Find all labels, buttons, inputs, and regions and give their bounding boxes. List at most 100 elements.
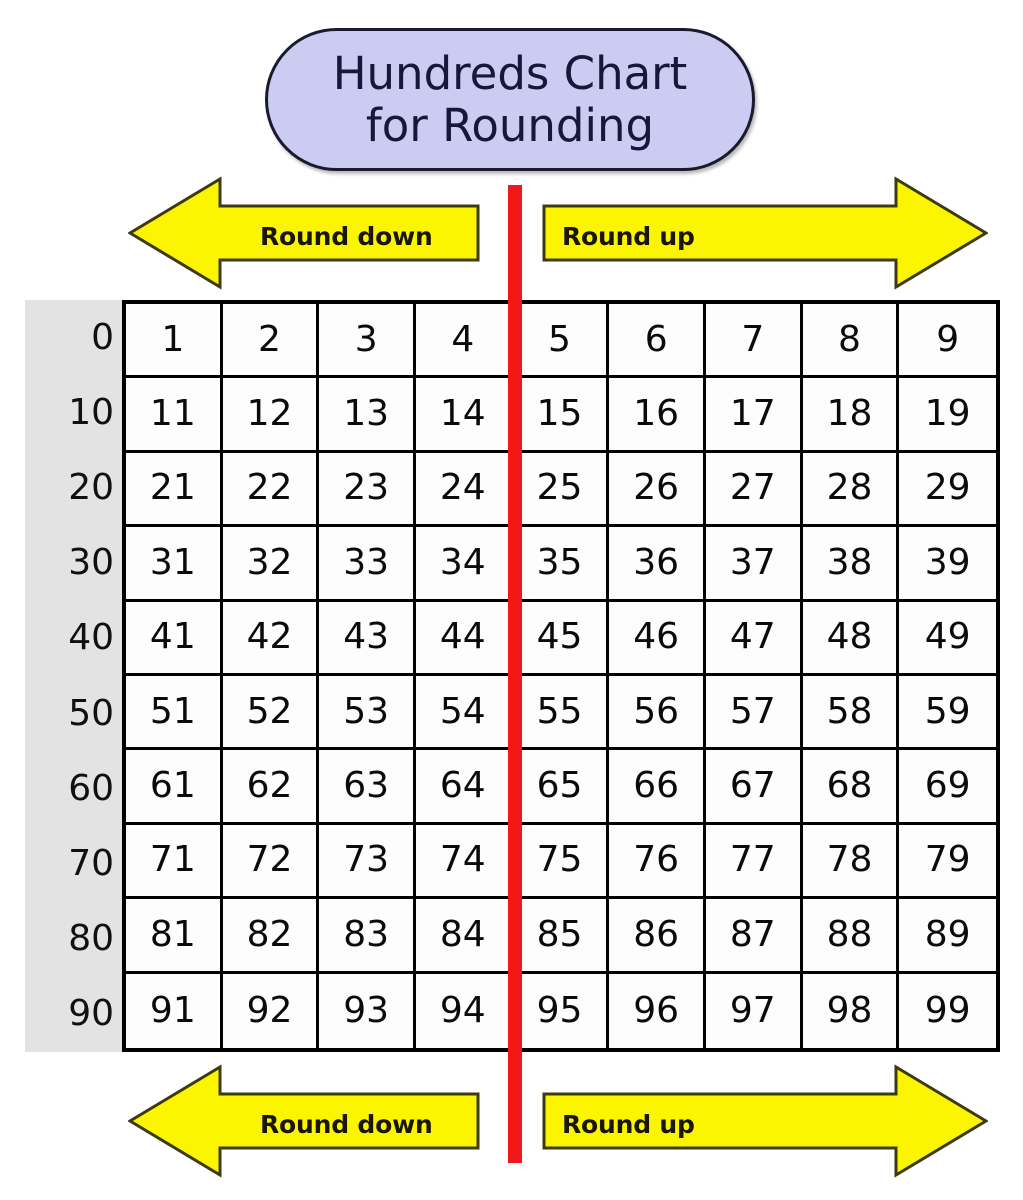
number-cell: 22	[222, 452, 320, 528]
number-cell: 9	[899, 304, 996, 379]
number-cell: 91	[126, 973, 223, 1048]
number-cell: 46	[609, 601, 706, 676]
number-cell: 43	[319, 601, 416, 676]
number-cell: 79	[899, 824, 996, 900]
number-cell: 15	[512, 378, 610, 453]
page-title-line-1: Hundreds Chart	[332, 46, 688, 100]
number-cell: 72	[222, 824, 320, 900]
number-cell: 63	[319, 750, 416, 825]
number-cell: 85	[512, 899, 610, 974]
number-cell: 21	[126, 452, 223, 528]
hundreds-chart-page: Hundreds Chart for Rounding Round down R…	[0, 0, 1023, 1200]
number-cell: 41	[126, 601, 223, 676]
number-cell: 1	[126, 304, 223, 379]
number-cell: 44	[415, 601, 513, 676]
number-cell: 76	[609, 824, 706, 900]
number-cell: 38	[802, 527, 900, 602]
number-cell: 84	[415, 899, 513, 974]
number-cell: 58	[802, 676, 900, 751]
decade-cell: 10	[68, 391, 114, 433]
chart-title-pill: Hundreds Chart for Rounding	[265, 28, 755, 171]
number-cell: 93	[319, 973, 416, 1048]
number-cell: 73	[319, 824, 416, 900]
number-cell: 74	[415, 824, 513, 900]
number-cell: 71	[126, 824, 223, 900]
number-cell: 34	[415, 527, 513, 602]
number-cell: 45	[512, 601, 610, 676]
number-cell: 87	[705, 899, 803, 974]
number-cell: 55	[512, 676, 610, 751]
number-cell: 36	[609, 527, 706, 602]
number-cell: 52	[222, 676, 320, 751]
number-cell: 94	[415, 973, 513, 1048]
number-cell: 69	[899, 750, 996, 825]
decade-cell: 90	[68, 993, 114, 1035]
number-cell: 47	[705, 601, 803, 676]
number-cell: 81	[126, 899, 223, 974]
number-cell: 16	[609, 378, 706, 453]
number-cell: 39	[899, 527, 996, 602]
number-cell: 24	[415, 452, 513, 528]
number-cell: 83	[319, 899, 416, 974]
hundreds-number-grid: 1 2 3 4 5 6 7 8 9 11 12 13 14 15 16 17 18 19 21 22 23 24 25 26 2…	[122, 300, 1000, 1052]
decade-cell: 20	[68, 467, 114, 508]
number-cell: 54	[415, 676, 513, 751]
number-cell: 49	[899, 601, 996, 676]
number-cell: 96	[609, 973, 706, 1048]
decade-cell: 50	[68, 692, 114, 734]
decade-cell: 40	[68, 617, 114, 659]
number-cell: 95	[512, 973, 610, 1048]
number-cell: 8	[802, 304, 900, 379]
number-cell: 59	[899, 676, 996, 751]
number-cell: 37	[705, 527, 803, 602]
number-cell: 28	[802, 452, 900, 528]
number-cell: 75	[512, 824, 610, 900]
number-cell: 23	[319, 452, 416, 528]
number-cell: 31	[126, 527, 223, 602]
decade-cell: 60	[68, 767, 114, 809]
number-cell: 88	[802, 899, 900, 974]
number-cell: 26	[609, 452, 706, 528]
number-cell: 57	[705, 676, 803, 751]
number-cell: 2	[222, 304, 320, 379]
number-cell: 32	[222, 527, 320, 602]
number-cell: 77	[705, 824, 803, 900]
number-cell: 27	[705, 452, 803, 528]
number-cell: 68	[802, 750, 900, 825]
number-cell: 5	[512, 304, 610, 379]
number-cell: 56	[609, 676, 706, 751]
decade-cell: 70	[68, 843, 114, 885]
number-cell: 82	[222, 899, 320, 974]
number-cell: 19	[899, 378, 996, 453]
number-cell: 66	[609, 750, 706, 825]
number-cell: 51	[126, 676, 223, 751]
round-up-label-bottom: Round up	[562, 1110, 695, 1139]
rounding-midpoint-line	[508, 185, 522, 1163]
number-cell: 7	[705, 304, 803, 379]
number-cell: 6	[609, 304, 706, 379]
number-cell: 64	[415, 750, 513, 825]
number-cell: 33	[319, 527, 416, 602]
number-cell: 78	[802, 824, 900, 900]
number-cell: 29	[899, 452, 996, 528]
number-cell: 11	[126, 378, 223, 453]
number-cell: 65	[512, 750, 610, 825]
round-up-label-top: Round up	[562, 222, 695, 251]
page-title-line-2: for Rounding	[365, 98, 655, 152]
decade-cell: 0	[91, 316, 114, 358]
number-cell: 14	[415, 378, 513, 453]
number-cell: 97	[705, 973, 803, 1048]
number-cell: 99	[899, 973, 996, 1048]
number-cell: 62	[222, 750, 320, 825]
number-cell: 12	[222, 378, 320, 453]
round-down-label-top: Round down	[260, 222, 433, 251]
round-up-arrow-top: Round up	[542, 174, 988, 292]
number-cell: 92	[222, 973, 320, 1048]
number-cell: 89	[899, 899, 996, 974]
number-cell: 86	[609, 899, 706, 974]
decade-column: 0 10 20 30 40 50 60 70 80 90	[25, 300, 122, 1052]
number-cell: 25	[512, 452, 610, 528]
round-down-label-bottom: Round down	[260, 1110, 433, 1139]
number-cell: 13	[319, 378, 416, 453]
number-cell: 53	[319, 676, 416, 751]
